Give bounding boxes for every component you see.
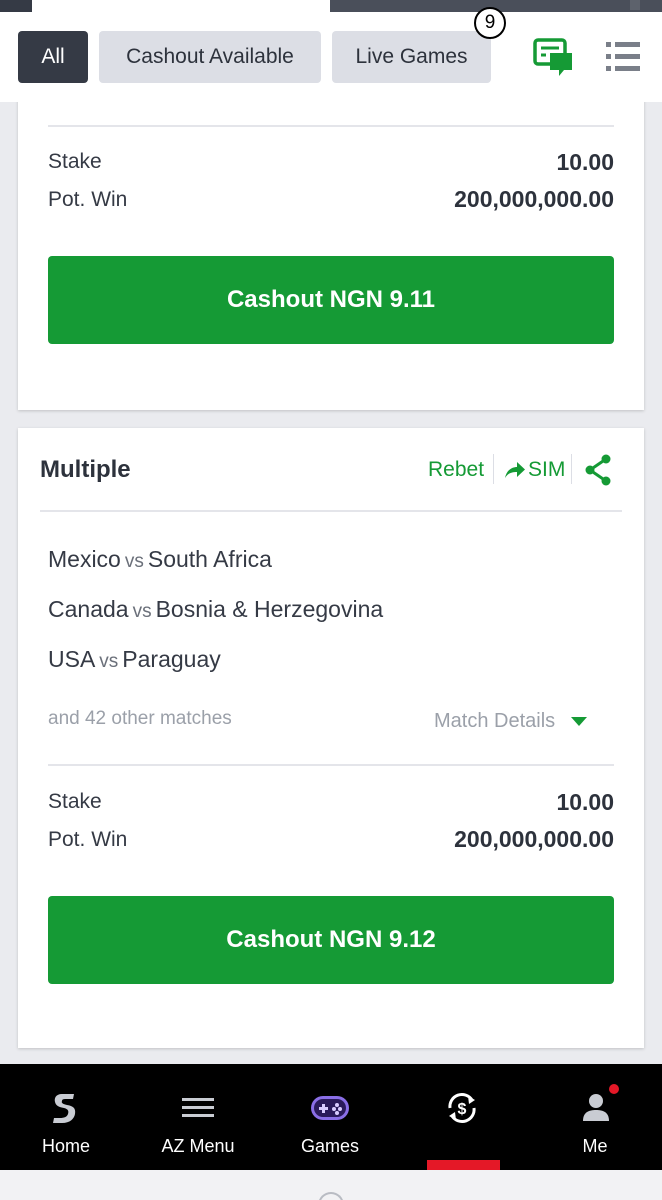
filter-bar: All Cashout Available Live Games [0,12,662,102]
stake-value: 10.00 [556,149,614,175]
notification-dot [609,1084,619,1094]
sim-link[interactable]: SIM [504,458,565,482]
bet-card: Multiple Rebet SIM Mexico vs South Africa … [18,428,644,1048]
nav-games[interactable]: Games [264,1064,396,1170]
cashout-dollar-icon: $ [448,1093,476,1123]
nav-cashout[interactable]: $ [396,1064,528,1170]
tab-strip-segment [0,0,32,12]
home-team: Canada [48,596,129,622]
share-arrow-icon [505,462,525,478]
pot-win-value: 200,000,000.00 [454,186,614,212]
nav-me[interactable]: Me [528,1064,662,1170]
pot-win-value: 200,000,000.00 [454,826,614,852]
nav-az-menu-label: AZ Menu [161,1136,235,1156]
stake-label: Stake [48,150,102,173]
nav-home-label: Home [41,1136,90,1156]
card-divider [48,764,614,766]
action-separator [493,454,494,484]
other-matches-count: and 42 other matches [48,708,232,729]
sporty-logo-icon [53,1094,76,1123]
filter-cashout-available-chip[interactable]: Cashout Available [99,31,321,83]
bet-list[interactable]: Stake 10.00 Pot. Win 200,000,000.00 Cash… [0,102,662,1064]
match-details-toggle[interactable]: Match Details [434,710,588,733]
filter-live-games-chip[interactable]: Live Games [332,31,491,83]
match-row: USA vs Paraguay [48,646,221,673]
tab-strip-segment-active [32,0,330,12]
vs-label: vs [132,601,152,622]
bet-card: Stake 10.00 Pot. Win 200,000,000.00 Cash… [18,102,644,410]
card-divider [40,510,622,512]
bet-type-title: Multiple [40,456,131,483]
caret-down-icon [571,717,588,726]
match-details-label: Match Details [434,710,556,732]
match-row: Canada vs Bosnia & Herzegovina [48,596,383,623]
rebet-link[interactable]: Rebet [428,458,484,482]
active-tab-indicator [427,1160,500,1170]
sim-label: SIM [528,458,566,481]
nav-home[interactable]: Home [0,1064,132,1170]
filter-all-chip[interactable]: All [18,31,88,83]
home-team: USA [48,646,96,672]
vs-label: vs [124,551,144,572]
away-team: South Africa [147,546,272,572]
hamburger-menu-icon [182,1098,214,1117]
nav-me-label: Me [582,1136,608,1156]
user-profile-icon [583,1094,609,1121]
cashout-button[interactable]: Cashout NGN 9.12 [48,896,614,984]
card-divider [48,125,614,127]
svg-text:$: $ [458,1101,467,1118]
cashout-count-badge: 9 [474,7,506,39]
cashout-button[interactable]: Cashout NGN 9.11 [48,256,614,344]
chat-bets-icon[interactable] [532,36,576,80]
match-row: Mexico vs South Africa [48,546,272,573]
away-team: Paraguay [122,646,221,672]
bottom-nav: Home AZ Menu Games $ Me [0,1064,662,1170]
list-view-icon[interactable] [604,38,642,76]
nav-games-label: Games [300,1136,360,1156]
home-team: Mexico [48,546,121,572]
gamepad-icon [311,1096,349,1120]
vs-label: vs [99,651,119,672]
gesture-hint-icon [318,1192,344,1200]
stake-label: Stake [48,790,102,813]
nav-az-menu[interactable]: AZ Menu [132,1064,264,1170]
system-gesture-bar [0,1170,662,1200]
top-tab-strip [0,0,662,12]
action-separator [571,454,572,484]
away-team: Bosnia & Herzegovina [155,596,384,622]
pot-win-label: Pot. Win [48,828,128,851]
share-icon[interactable] [584,454,612,486]
pot-win-label: Pot. Win [48,188,128,211]
stake-value: 10.00 [556,789,614,815]
